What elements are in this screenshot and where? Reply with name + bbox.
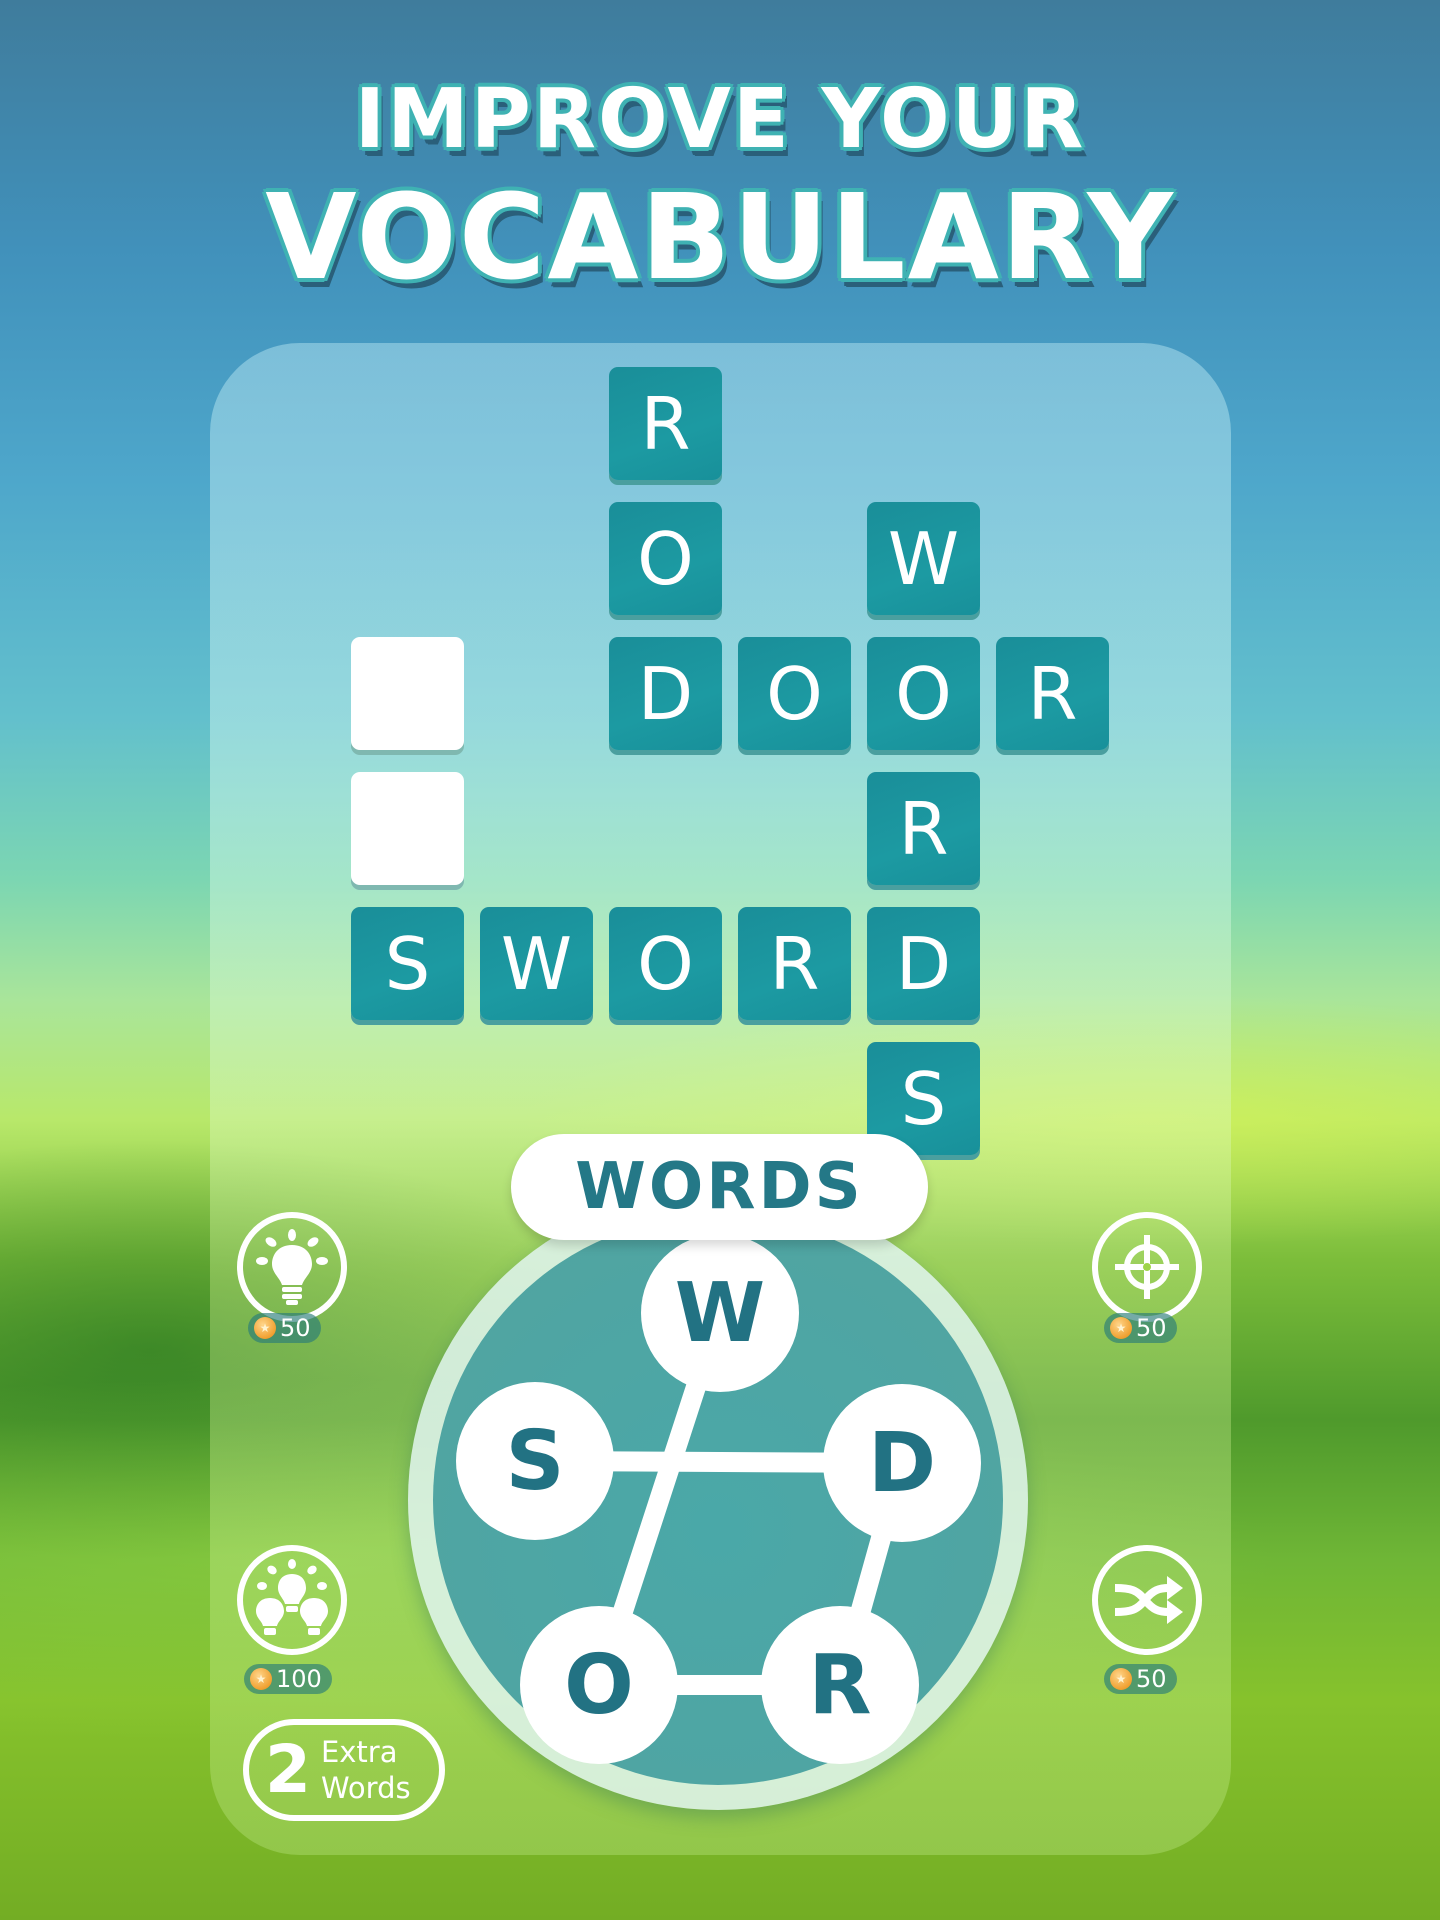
headline-line-2: VOCABULARY <box>265 168 1175 306</box>
letter-tile: O <box>738 637 851 750</box>
lightbulb-icon <box>256 1229 328 1305</box>
shuffle-button[interactable] <box>1092 1545 1202 1655</box>
target-button[interactable] <box>1092 1212 1202 1322</box>
multi-hint-button[interactable] <box>237 1545 347 1655</box>
crosshair-icon <box>1115 1235 1179 1299</box>
letter-tile: R <box>996 637 1109 750</box>
letter-tile: D <box>867 907 980 1020</box>
letter-tile: O <box>609 907 722 1020</box>
coin-icon: ★ <box>250 1668 272 1690</box>
letter-tile: R <box>609 367 722 480</box>
wheel-letter[interactable]: S <box>456 1382 614 1540</box>
shuffle-icon <box>1114 1576 1183 1624</box>
multi-hint-cost: ★ 100 <box>244 1664 332 1694</box>
letter-tile: R <box>867 772 980 885</box>
empty-tile <box>351 637 464 750</box>
current-word-display: WORDS <box>511 1134 928 1240</box>
hint-button[interactable] <box>237 1212 347 1322</box>
letter-tile: O <box>609 502 722 615</box>
extra-words-button[interactable]: 2 Extra Words <box>243 1719 445 1821</box>
coin-icon: ★ <box>254 1317 276 1339</box>
wheel-letter[interactable]: W <box>641 1234 799 1392</box>
shuffle-cost-value: 50 <box>1136 1665 1167 1693</box>
letter-tile: S <box>351 907 464 1020</box>
coin-icon: ★ <box>1110 1668 1132 1690</box>
coin-icon: ★ <box>1110 1317 1132 1339</box>
empty-tile <box>351 772 464 885</box>
hint-cost-value: 50 <box>280 1314 311 1342</box>
wheel-letter[interactable]: R <box>761 1606 919 1764</box>
wheel-letter[interactable]: D <box>823 1384 981 1542</box>
letter-tile: W <box>480 907 593 1020</box>
wheel-letter[interactable]: O <box>520 1606 678 1764</box>
letter-tile: W <box>867 502 980 615</box>
extra-words-label-1: Extra <box>320 1735 398 1769</box>
multi-lightbulb-icon <box>256 1559 328 1635</box>
extra-words-label-2: Words <box>320 1771 411 1805</box>
headline-line-1: IMPROVE YOUR <box>354 72 1086 167</box>
target-cost: ★ 50 <box>1104 1313 1177 1343</box>
letter-tile: D <box>609 637 722 750</box>
multi-hint-cost-value: 100 <box>276 1665 322 1693</box>
letter-tile: O <box>867 637 980 750</box>
letter-tile: R <box>738 907 851 1020</box>
target-cost-value: 50 <box>1136 1314 1167 1342</box>
shuffle-cost: ★ 50 <box>1104 1664 1177 1694</box>
hint-cost: ★ 50 <box>248 1313 321 1343</box>
extra-words-count: 2 <box>265 1731 311 1808</box>
